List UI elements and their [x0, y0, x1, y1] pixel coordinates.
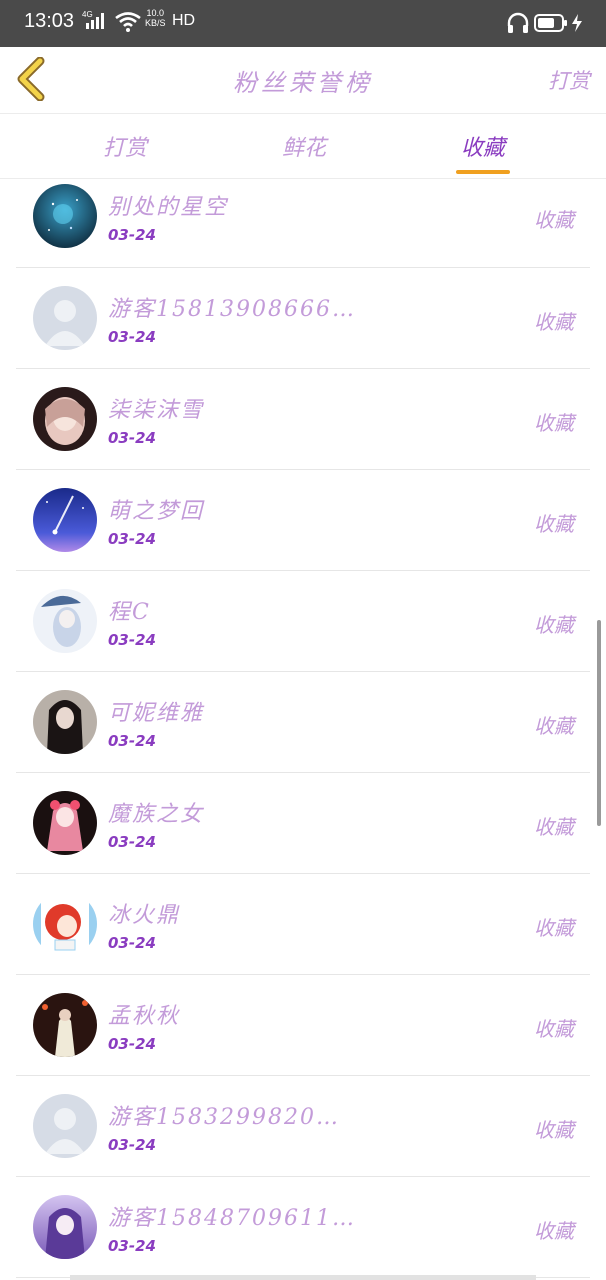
item-date: 03-24	[108, 1237, 156, 1255]
avatar[interactable]	[33, 1195, 97, 1259]
avatar[interactable]	[33, 589, 97, 653]
item-date: 03-24	[108, 1035, 156, 1053]
list-item[interactable]: 游客1583299820… 03-24 收藏	[16, 1076, 590, 1177]
item-date: 03-24	[108, 328, 156, 346]
speed-value: 10.0	[146, 8, 165, 18]
user-name: 冰火鼎	[108, 903, 181, 928]
favorite-label: 收藏	[534, 208, 574, 232]
item-date: 03-24	[108, 833, 156, 851]
tab-reward[interactable]: 打赏	[65, 130, 185, 162]
user-name: 萌之梦回	[108, 499, 205, 524]
avatar[interactable]	[33, 892, 97, 956]
headset-icon	[506, 11, 530, 39]
favorite-label: 收藏	[534, 411, 574, 435]
avatar[interactable]	[33, 690, 97, 754]
favorite-label: 收藏	[534, 512, 574, 536]
avatar[interactable]	[33, 488, 97, 552]
battery-icon	[534, 13, 568, 37]
favorite-label: 收藏	[534, 613, 574, 637]
default-user-icon	[33, 286, 97, 350]
user-name: 游客15813908666…	[108, 297, 356, 322]
user-name: 别处的星空	[108, 195, 229, 220]
favorite-label: 收藏	[534, 815, 574, 839]
item-date: 03-24	[108, 429, 156, 447]
scrollbar[interactable]	[597, 620, 601, 826]
list-item[interactable]: 游客15848709611… 03-24 收藏	[16, 1177, 590, 1278]
user-name: 程C	[108, 600, 151, 625]
user-name: 孟秋秋	[108, 1004, 181, 1029]
default-user-icon	[33, 1094, 97, 1158]
user-name: 魔族之女	[108, 802, 205, 827]
item-date: 03-24	[108, 226, 156, 244]
list-item[interactable]: 冰火鼎 03-24 收藏	[16, 874, 590, 975]
tab-active-indicator	[456, 170, 510, 174]
user-name: 柒柒沫雪	[108, 398, 205, 423]
user-name: 游客1583299820…	[108, 1105, 340, 1130]
item-date: 03-24	[108, 631, 156, 649]
favorite-label: 收藏	[534, 916, 574, 940]
avatar[interactable]	[33, 286, 97, 350]
item-date: 03-24	[108, 530, 156, 548]
status-bar: 13:03 4G 10.0 KB/S HD	[0, 0, 606, 47]
list-item[interactable]: 柒柒沫雪 03-24 收藏	[16, 369, 590, 470]
item-date: 03-24	[108, 1136, 156, 1154]
network-speed: 10.0 KB/S	[145, 8, 166, 28]
tab-flowers[interactable]: 鲜花	[244, 130, 364, 162]
list-item[interactable]: 程C 03-24 收藏	[16, 571, 590, 672]
reward-button[interactable]: 打赏	[548, 65, 590, 95]
list-item[interactable]: 可妮维雅 03-24 收藏	[16, 672, 590, 773]
list-item[interactable]: 孟秋秋 03-24 收藏	[16, 975, 590, 1076]
back-button[interactable]	[14, 56, 54, 102]
bottom-divider	[70, 1275, 536, 1280]
favorite-label: 收藏	[534, 1017, 574, 1041]
list-item[interactable]: 别处的星空 03-24 收藏	[16, 179, 590, 268]
hd-indicator: HD	[172, 12, 196, 29]
wifi-icon	[115, 12, 141, 36]
title-bar: 粉丝荣誉榜 打赏	[0, 47, 606, 114]
tab-favorites[interactable]: 收藏	[423, 130, 543, 162]
favorite-label: 收藏	[534, 310, 574, 334]
status-time: 13:03	[24, 10, 75, 32]
list-item[interactable]: 游客15813908666… 03-24 收藏	[16, 268, 590, 369]
item-date: 03-24	[108, 732, 156, 750]
list-item[interactable]: 萌之梦回 03-24 收藏	[16, 470, 590, 571]
speed-unit: KB/S	[145, 18, 166, 28]
item-date: 03-24	[108, 934, 156, 952]
avatar[interactable]	[33, 993, 97, 1057]
favorite-label: 收藏	[534, 1219, 574, 1243]
signal-icon: 4G	[82, 9, 110, 35]
tab-bar: 打赏 鲜花 收藏	[0, 114, 606, 179]
avatar[interactable]	[33, 1094, 97, 1158]
avatar[interactable]	[33, 387, 97, 451]
charging-icon	[571, 13, 583, 37]
user-name: 可妮维雅	[108, 701, 205, 726]
favorites-list: 别处的星空 03-24 收藏 游客15813908666… 03-24 收藏 柒…	[0, 179, 606, 1278]
back-arrow-icon	[17, 56, 45, 102]
page-title: 粉丝荣誉榜	[233, 69, 373, 97]
user-name: 游客15848709611…	[108, 1206, 356, 1231]
favorite-label: 收藏	[534, 1118, 574, 1142]
avatar[interactable]	[33, 791, 97, 855]
network-type: 4G	[82, 10, 93, 19]
list-item[interactable]: 魔族之女 03-24 收藏	[16, 773, 590, 874]
avatar[interactable]	[33, 184, 97, 248]
favorite-label: 收藏	[534, 714, 574, 738]
